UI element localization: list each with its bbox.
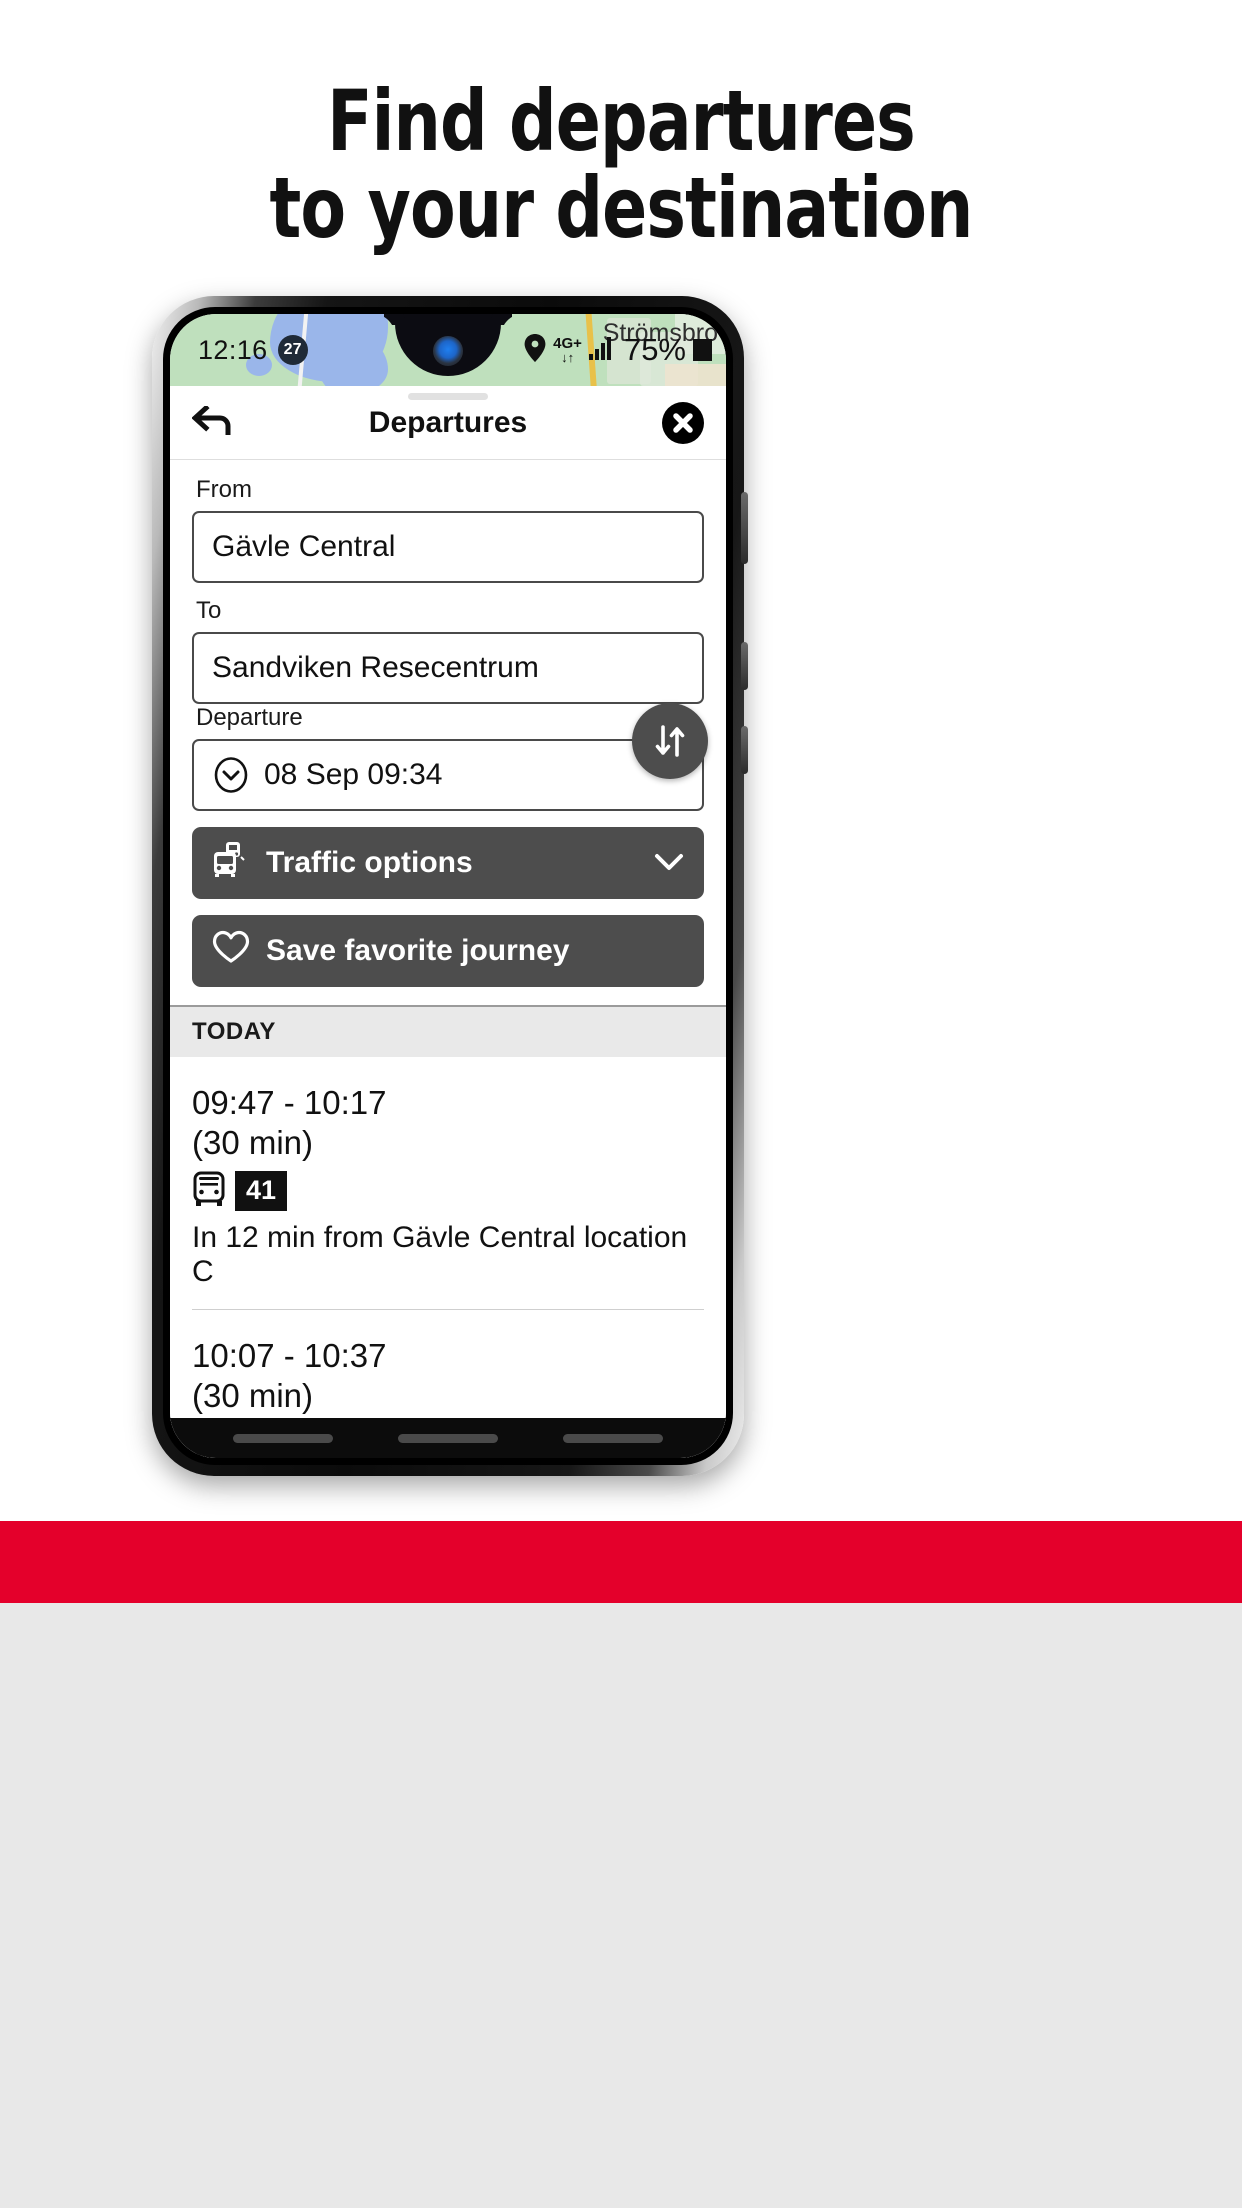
departure-duration: (30 min) — [192, 1376, 314, 1414]
departure-info: In 12 min from Gävle Central location C — [192, 1220, 688, 1288]
from-input[interactable]: Gävle Central — [192, 511, 704, 583]
front-camera-icon — [433, 336, 463, 366]
chevron-down-icon — [654, 846, 684, 880]
traffic-options-label: Traffic options — [266, 846, 473, 879]
from-input-value: Gävle Central — [212, 530, 396, 563]
swap-vertical-icon[interactable] — [632, 703, 708, 779]
save-favorite-journey-label: Save favorite journey — [266, 934, 570, 967]
sheet-grabber-handle[interactable] — [408, 393, 488, 400]
results-section-header: TODAY — [170, 1005, 726, 1057]
heart-icon — [212, 930, 250, 972]
clock-chevron-icon — [212, 756, 250, 794]
line-number-badge: 41 — [235, 1171, 288, 1211]
phone-volume-down-button — [741, 726, 748, 774]
departure-time-range: 10:07 - 10:37 — [192, 1336, 387, 1374]
network-type-indicator: 4G+ ↓↑ — [553, 336, 582, 364]
status-bar-left: 12:16 27 — [198, 335, 308, 366]
departure-datetime-value: 08 Sep 09:34 — [264, 758, 443, 791]
phone-bezel: Strömsbro 12:16 27 4G+ ↓↑ 75% Departures… — [163, 307, 733, 1465]
status-clock: 12:16 — [198, 334, 268, 365]
status-bar-right: 4G+ ↓↑ 75% — [524, 332, 712, 368]
red-accent-band — [0, 1521, 1242, 1603]
from-label: From — [196, 476, 252, 503]
to-label: To — [196, 597, 222, 624]
list-item[interactable]: 09:47 - 10:17 (30 min) 41 In 12 min from… — [170, 1057, 726, 1309]
page-headline: Find departures to your destination — [75, 78, 1168, 251]
headline-line-2: to your destination — [269, 158, 973, 257]
phone-mockup: Strömsbro 12:16 27 4G+ ↓↑ 75% Departures… — [152, 296, 748, 1476]
departure-line-row: 41 — [192, 1171, 704, 1212]
battery-icon — [693, 339, 712, 361]
close-icon[interactable] — [662, 401, 704, 444]
app-bar: Departures — [170, 386, 726, 460]
nav-back-button[interactable] — [563, 1433, 664, 1443]
headline-line-1: Find departures — [327, 72, 916, 170]
departure-label: Departure — [196, 704, 303, 731]
location-pin-icon — [524, 333, 546, 367]
journey-search-form: From Gävle Central To Sandviken Resecent… — [170, 460, 726, 1005]
traffic-options-button[interactable]: Traffic options — [192, 827, 704, 899]
nav-recents-button[interactable] — [232, 1433, 333, 1443]
data-transfer-arrows: ↓↑ — [561, 350, 575, 365]
grey-background-band — [0, 1603, 1242, 2208]
to-input[interactable]: Sandviken Resecentrum — [192, 632, 704, 704]
to-input-value: Sandviken Resecentrum — [212, 651, 539, 684]
bus-icon — [192, 1171, 226, 1212]
map-background-strip: Strömsbro 12:16 27 4G+ ↓↑ 75% — [170, 314, 726, 386]
promo-page: Find departures to your destination Strö… — [0, 0, 1242, 2208]
phone-volume-up-button — [741, 642, 748, 690]
nav-home-button[interactable] — [397, 1433, 498, 1443]
back-arrow-icon[interactable] — [192, 405, 234, 440]
departure-time-range: 09:47 - 10:17 — [192, 1084, 387, 1121]
departures-list: 09:47 - 10:17 (30 min) 41 In 12 min from… — [170, 1057, 726, 1458]
phone-screen: Strömsbro 12:16 27 4G+ ↓↑ 75% Departures… — [170, 314, 726, 1458]
save-favorite-journey-button[interactable]: Save favorite journey — [192, 915, 704, 987]
page-title: Departures — [368, 405, 528, 439]
notification-count-badge: 27 — [277, 335, 308, 365]
battery-percentage: 75% — [623, 332, 686, 367]
phone-power-button — [741, 492, 748, 564]
departure-duration: (30 min) — [192, 1124, 314, 1162]
android-navigation-bar — [170, 1418, 726, 1458]
departure-datetime-input[interactable]: 08 Sep 09:34 — [192, 739, 704, 811]
bus-train-icon — [212, 841, 250, 885]
signal-bars-icon — [588, 336, 617, 365]
